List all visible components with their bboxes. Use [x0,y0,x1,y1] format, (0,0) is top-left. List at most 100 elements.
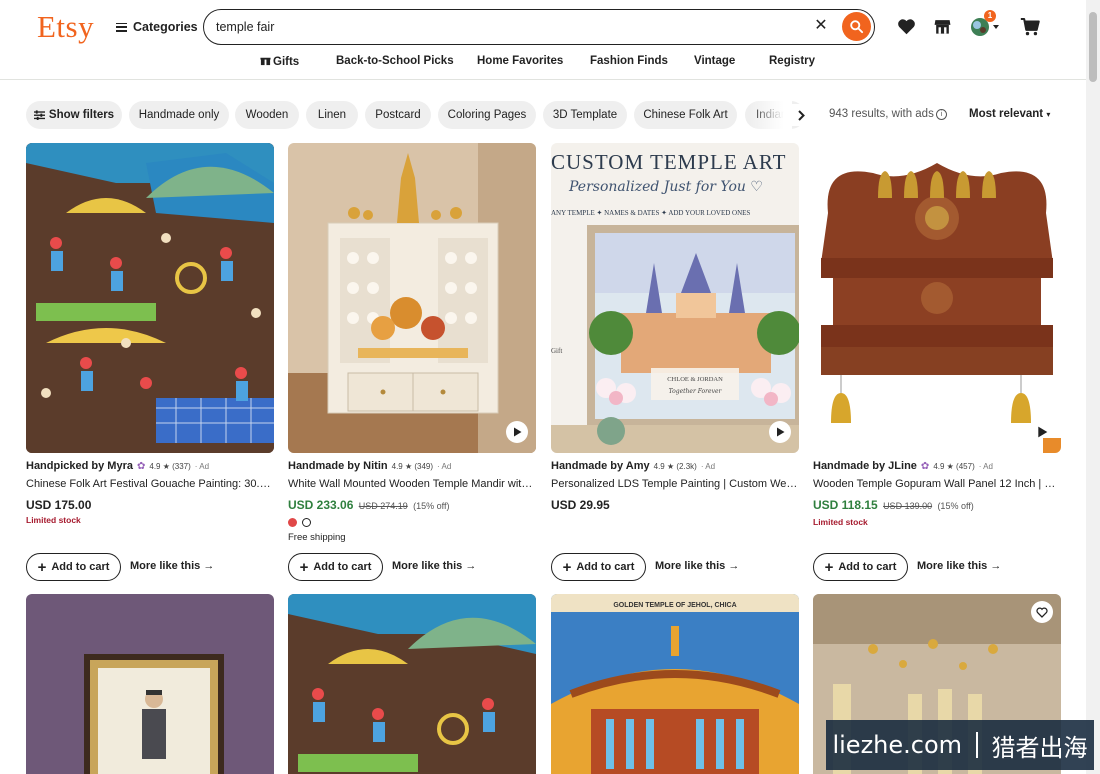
categories-button[interactable]: Categories [116,18,198,36]
product-image[interactable] [26,143,274,453]
price: USD 175.00 [26,498,92,512]
play-icon [1037,426,1047,438]
seller-name[interactable]: Handpicked by Myra [26,460,133,472]
chip-postcard[interactable]: Postcard [365,101,431,129]
chip-handmade-only[interactable]: Handmade only [129,101,229,129]
info-icon[interactable]: i [936,109,947,120]
seller-info: Handmade by Nitin 4.9 ★ (349) · Ad [288,460,536,472]
more-like-this-link[interactable]: More like this → [130,560,214,572]
discount: (15% off) [413,501,450,511]
rating: 4.9 ★ (349) [391,461,434,471]
search-icon [850,20,864,34]
video-play-button[interactable] [506,421,528,443]
nav-registry[interactable]: Registry [769,55,815,67]
product-image[interactable] [288,594,536,774]
search-button[interactable] [842,12,871,41]
close-icon[interactable]: ✕ [812,17,830,35]
chip-chinese-folk-art[interactable]: Chinese Folk Art [634,101,737,129]
original-price: USD 274.19 [358,501,408,511]
page-scrollbar[interactable] [1086,0,1100,774]
rating: 4.9 ★ (2.3k) [653,461,697,471]
discount: (15% off) [937,501,974,511]
product-title[interactable]: Personalized LDS Temple Painting | Custo… [551,478,799,490]
add-to-cart-label: Add to cart [313,561,372,573]
sort-label: Most relevant [969,108,1044,120]
site-header: Etsy Categories ✕ 1 Gifts Back-to-School… [0,0,1086,80]
scrollbar-thumb[interactable] [1089,12,1097,82]
nav-back-to-school[interactable]: Back-to-School Picks [336,55,454,67]
chip-coloring-pages[interactable]: Coloring Pages [438,101,536,129]
nav-gifts[interactable]: Gifts [260,55,299,68]
more-like-this-link[interactable]: More like this → [655,560,739,572]
shop-manager-icon[interactable] [933,17,952,41]
product-image[interactable]: GOLDEN TEMPLE OF JEHOL, CHICA [551,594,799,774]
add-to-cart-button[interactable]: + Add to cart [288,553,383,581]
chip-scroll-right-button[interactable] [790,104,812,126]
image-side-text: Gift [551,347,562,355]
color-swatches [288,518,311,527]
watermark-left: liezhe.com [832,731,963,759]
video-play-button[interactable] [769,421,791,443]
results-count: 943 results, with ads [829,108,934,120]
product-image[interactable] [288,143,536,453]
plus-icon: + [824,558,834,576]
postcard-caption: GOLDEN TEMPLE OF JEHOL, CHICA [613,602,736,609]
cart-icon[interactable] [1020,17,1040,41]
star-seller-icon: ✿ [136,460,146,472]
video-play-button[interactable] [1031,421,1053,443]
seller-name[interactable]: Handmade by Amy [551,460,650,472]
seller-name[interactable]: Handmade by Nitin [288,460,388,472]
more-like-this-link[interactable]: More like this → [392,560,476,572]
seller-info: Handmade by JLine ✿ 4.9 ★ (457) · Ad [813,460,1061,472]
search-bar: ✕ [203,9,875,45]
stock-status: Limited stock [26,515,81,525]
rating: 4.9 ★ (337) [149,461,191,471]
play-icon [776,427,784,437]
add-to-cart-button[interactable]: + Add to cart [26,553,121,581]
account-avatar[interactable] [970,17,1000,42]
image-sign-sub: Together Forever [669,388,723,395]
nav-fashion-finds[interactable]: Fashion Finds [590,55,668,67]
product-image[interactable] [26,594,274,774]
chip-linen[interactable]: Linen [306,101,358,129]
image-sign-names: CHLOE & JORDAN [667,376,723,383]
more-like-this-link[interactable]: More like this → [917,560,1001,572]
add-to-cart-label: Add to cart [838,561,897,573]
product-image[interactable]: CUSTOM TEMPLE ART Personalized Just for … [551,143,799,453]
ad-tag: · Ad [978,461,993,471]
product-title[interactable]: Wooden Temple Gopuram Wall Panel 12 Inch… [813,478,1061,490]
seller-name[interactable]: Handmade by JLine [813,460,917,472]
ad-tag: · Ad [194,461,210,471]
add-to-cart-button[interactable]: + Add to cart [813,553,908,581]
categories-label: Categories [133,20,198,34]
show-filters-button[interactable]: Show filters [26,101,122,129]
chip-wooden[interactable]: Wooden [235,101,299,129]
show-filters-label: Show filters [48,109,115,121]
ad-tag: · Ad [437,461,452,471]
nav-vintage[interactable]: Vintage [694,55,735,67]
sort-dropdown[interactable]: Most relevant ▾ [969,108,1050,120]
favorites-heart-icon[interactable] [897,18,916,40]
price: USD 29.95 [551,498,610,512]
add-to-cart-button[interactable]: + Add to cart [551,553,646,581]
watermark-overlay: liezhe.com 猎者出海 [826,720,1094,770]
play-icon [513,427,521,437]
product-title[interactable]: White Wall Mounted Wooden Temple Mandir … [288,478,536,490]
search-input[interactable] [216,18,776,36]
product-title[interactable]: Chinese Folk Art Festival Gouache Painti… [26,478,274,490]
favorite-button[interactable] [1031,601,1053,623]
nav-gifts-label: Gifts [273,56,300,68]
rating: 4.9 ★ (457) [933,461,975,471]
swatch-red[interactable] [288,518,297,527]
swatch-white[interactable] [302,518,311,527]
star-seller-icon: ✿ [920,460,930,472]
sale-price: USD 118.15 [813,498,878,512]
nav-home-favorites[interactable]: Home Favorites [477,55,563,67]
seller-info: Handmade by Amy 4.9 ★ (2.3k) · Ad [551,460,799,472]
price-block: USD 118.15 USD 139.00 (15% off) [813,498,974,512]
watermark-right: 猎者出海 [991,733,1088,762]
etsy-logo[interactable]: Etsy [37,9,94,45]
product-image[interactable] [813,143,1061,453]
chip-3d-template[interactable]: 3D Template [543,101,627,129]
chevron-right-icon [798,109,805,121]
